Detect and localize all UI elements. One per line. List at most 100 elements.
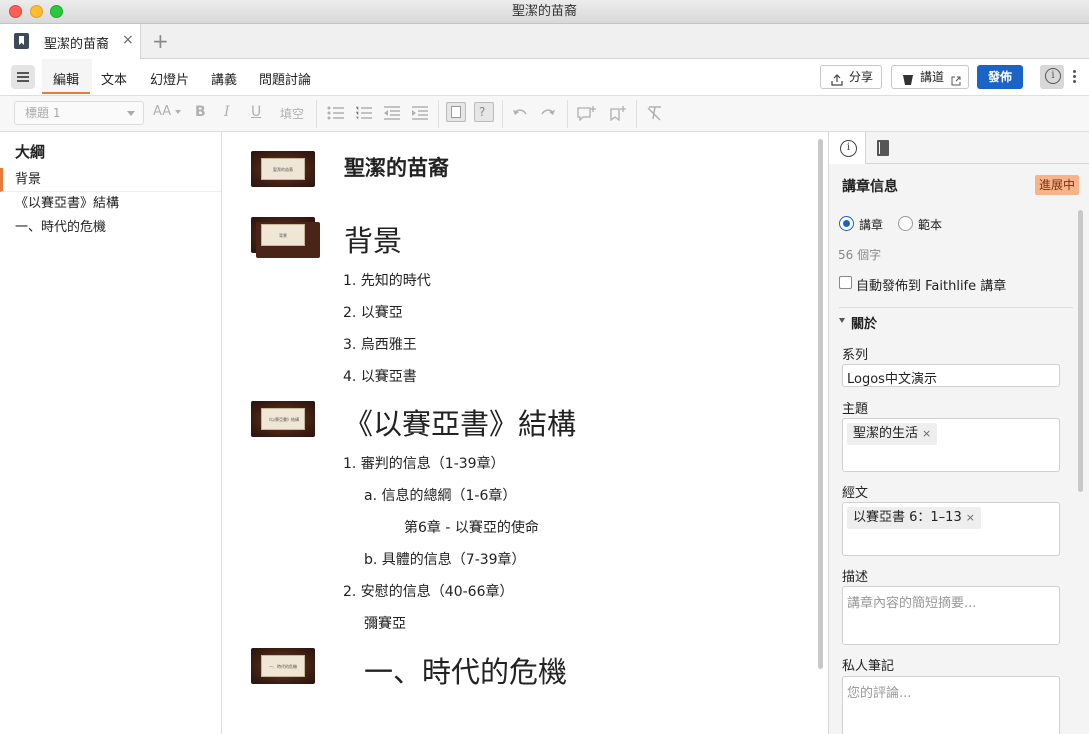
sermon-editor[interactable]: 聖潔的苗裔 聖潔的苗裔 背景 背景 1. 先知的時代 2. 以賽亞 3. 烏西雅… — [223, 132, 827, 734]
publish-button[interactable]: 發佈 — [977, 65, 1023, 89]
sermon-radio[interactable] — [839, 216, 854, 231]
font-size-caret-icon — [175, 110, 181, 114]
list-item: 2. 以賽亞 — [343, 305, 403, 321]
slide-block-icon[interactable] — [446, 102, 466, 122]
editor-menu-bar: 編輯 文本 幻燈片 講義 問題討論 分享 講道 發佈 — [0, 59, 1089, 96]
template-radio-label: 範本 — [918, 218, 943, 232]
editor-scrollbar[interactable] — [818, 139, 823, 669]
list-item: 4. 以賽亞書 — [343, 369, 417, 385]
share-button[interactable]: 分享 — [820, 65, 882, 89]
info-icon[interactable] — [829, 132, 866, 164]
close-tab-icon[interactable]: × — [122, 32, 134, 48]
share-icon — [831, 71, 843, 93]
tab-handout[interactable]: 講義 — [211, 69, 237, 88]
list-item: 第6章 - 以賽亞的使命 — [404, 520, 539, 536]
private-notes-placeholder: 您的評論... — [847, 686, 912, 701]
preach-label: 講道 — [920, 70, 945, 84]
preach-icon — [902, 71, 914, 93]
zoom-window-button[interactable] — [50, 5, 63, 18]
panel-scrollbar[interactable] — [1078, 210, 1083, 492]
tab-text[interactable]: 文本 — [101, 69, 127, 88]
series-label: 系列 — [842, 348, 869, 363]
numbered-list-icon[interactable] — [355, 106, 373, 124]
tab-edit[interactable]: 編輯 — [41, 69, 91, 94]
template-radio[interactable] — [898, 216, 913, 231]
panel-heading: 講章信息 — [842, 179, 898, 195]
series-field[interactable]: Logos中文演示 — [842, 364, 1060, 387]
window-title: 聖潔的苗裔 — [511, 4, 577, 19]
info-icon[interactable] — [1040, 65, 1064, 89]
list-item: b. 具體的信息（7-39章） — [364, 552, 526, 568]
undo-icon[interactable] — [512, 107, 528, 123]
private-notes-label: 私人筆記 — [842, 659, 895, 674]
description-placeholder: 講章內容的簡短摘要... — [847, 596, 977, 611]
description-label: 描述 — [842, 570, 869, 585]
add-highlight-icon[interactable] — [609, 105, 627, 125]
share-label: 分享 — [849, 70, 874, 84]
list-item: 3. 烏西雅王 — [343, 337, 417, 353]
chevron-down-icon[interactable] — [839, 318, 845, 323]
bullet-list-icon[interactable] — [327, 106, 345, 124]
panel-tabs — [829, 132, 1089, 164]
slide-thumbnail[interactable]: 《以賽亞書》結構 — [251, 401, 315, 437]
remove-tag-icon[interactable]: × — [922, 427, 931, 440]
section-heading: 《以賽亞書》結構 — [344, 407, 577, 441]
remove-tag-icon[interactable]: × — [966, 511, 975, 524]
tab-discussion[interactable]: 問題討論 — [259, 69, 311, 88]
window-titlebar: 聖潔的苗裔 — [0, 0, 1089, 24]
hamburger-icon[interactable] — [11, 65, 35, 89]
topic-tag[interactable]: 聖潔的生活 × — [847, 423, 938, 445]
document-tab-label: 聖潔的苗裔 — [44, 37, 110, 52]
sermon-info-panel: 講章信息 進展中 講章 範本 56 個字 自動發佈到 Faithlife 講章 … — [828, 132, 1089, 734]
external-link-icon — [951, 71, 961, 93]
clear-formatting-icon[interactable] — [646, 105, 664, 125]
description-field[interactable]: 講章內容的簡短摘要... — [842, 586, 1060, 645]
fill-blank-button[interactable]: 填空 — [280, 105, 304, 122]
auto-publish-checkbox[interactable] — [839, 276, 852, 289]
book-icon[interactable] — [877, 140, 889, 156]
underline-button[interactable]: U — [251, 104, 261, 120]
chevron-down-icon — [127, 111, 135, 116]
series-value: Logos中文演示 — [847, 372, 937, 387]
redo-icon[interactable] — [540, 107, 556, 123]
topic-label: 主題 — [842, 402, 869, 417]
question-block-icon[interactable]: ? — [474, 102, 494, 122]
indent-icon[interactable] — [411, 106, 429, 124]
document-tab-bar: 聖潔的苗裔 × + — [0, 24, 1089, 59]
slide-thumbnail[interactable]: 一、時代的危機 — [251, 648, 315, 684]
status-badge: 進展中 — [1035, 175, 1080, 195]
private-notes-field[interactable]: 您的評論... — [842, 676, 1060, 734]
scripture-field[interactable]: 以賽亞書 6：1–13 × — [842, 502, 1060, 556]
list-item: 彌賽亞 — [364, 616, 406, 632]
outline-panel: 大綱 背景 《以賽亞書》結構 一、時代的危機 — [0, 132, 222, 734]
outdent-icon[interactable] — [383, 106, 401, 124]
sermon-radio-label: 講章 — [859, 218, 884, 232]
outline-item-structure[interactable]: 《以賽亞書》結構 — [0, 192, 221, 216]
tab-slides[interactable]: 幻燈片 — [150, 69, 189, 88]
close-window-button[interactable] — [9, 5, 22, 18]
font-size-button[interactable]: AA — [153, 104, 171, 119]
document-title: 聖潔的苗裔 — [344, 156, 449, 180]
add-comment-icon[interactable] — [577, 105, 597, 125]
document-tab[interactable]: 聖潔的苗裔 × — [0, 24, 141, 59]
topic-field[interactable]: 聖潔的生活 × — [842, 418, 1060, 472]
format-toolbar: 標題 1 AA B I U 填空 ? — [0, 96, 1089, 132]
minimize-window-button[interactable] — [30, 5, 43, 18]
preach-button[interactable]: 講道 — [891, 65, 969, 89]
scripture-tag[interactable]: 以賽亞書 6：1–13 × — [847, 507, 981, 529]
auto-publish-label: 自動發佈到 Faithlife 講章 — [856, 279, 1007, 294]
scripture-label: 經文 — [842, 486, 869, 501]
bold-button[interactable]: B — [195, 104, 206, 120]
about-section-title[interactable]: 關於 — [851, 313, 877, 332]
slide-thumbnail[interactable]: 背景 — [251, 217, 320, 258]
outline-item-background[interactable]: 背景 — [0, 168, 221, 192]
more-icon[interactable] — [1073, 70, 1077, 85]
paragraph-style-select[interactable]: 標題 1 — [14, 101, 144, 125]
slide-thumbnail[interactable]: 聖潔的苗裔 — [251, 151, 315, 187]
sermon-book-icon — [14, 33, 29, 49]
section-heading: 背景 — [344, 224, 403, 258]
list-item: 1. 審判的信息（1-39章） — [343, 456, 505, 472]
outline-item-crisis[interactable]: 一、時代的危機 — [0, 216, 221, 240]
italic-button[interactable]: I — [224, 104, 230, 120]
new-tab-icon[interactable]: + — [152, 29, 169, 53]
